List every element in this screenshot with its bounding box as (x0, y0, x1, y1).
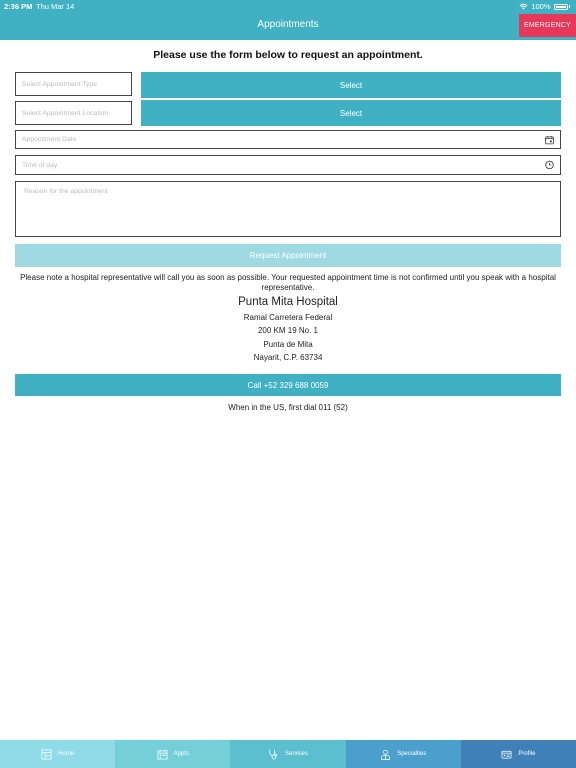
doctor-icon (381, 749, 391, 760)
confirmation-note: Please note a hospital representative wi… (20, 273, 556, 292)
request-appointment-button[interactable]: Request Appointment (15, 244, 561, 267)
stethoscope-icon (269, 749, 278, 759)
dial-note: When in the US, first dial 011 (52) (228, 403, 348, 412)
battery-icon (553, 3, 568, 10)
tab-services[interactable]: Services (230, 740, 346, 768)
calendar-icon (157, 749, 168, 759)
call-hospital-button[interactable]: Call +52 329 688 0059 (15, 374, 561, 396)
tab-home[interactable]: Home (0, 740, 116, 768)
tab-bar: Home Appts Services Specialties Profile (0, 740, 576, 768)
tab-specialties[interactable]: Specialties (345, 740, 461, 768)
time-of-day-field[interactable]: Time of day (15, 155, 561, 175)
status-time: 2:36 PM (4, 2, 33, 11)
tab-profile[interactable]: Profile (460, 740, 576, 768)
tab-services-label: Services (285, 751, 309, 757)
app-header: 2:36 PM Thu Mar 14 100% Appointments EME… (0, 0, 576, 40)
time-of-day-placeholder: Time of day (22, 161, 58, 169)
calendar-icon[interactable] (545, 135, 554, 144)
address-line-4: Nayarit, C.P. 63734 (253, 353, 323, 362)
wifi-icon (519, 3, 528, 10)
select-appointment-location-button[interactable]: Select (141, 100, 561, 126)
emergency-button[interactable]: EMERGENCY (519, 14, 576, 37)
hospital-name: Punta Mita Hospital (238, 296, 338, 308)
appointment-date-field[interactable]: Appointment Date (15, 130, 561, 149)
id-card-icon (501, 750, 512, 759)
appointment-location-field[interactable]: Select Appointment Location (15, 101, 132, 125)
status-date: Thu Mar 14 (36, 2, 75, 11)
status-right: 100% (519, 2, 570, 11)
appointment-date-placeholder: Appointment Date (22, 136, 77, 143)
reason-textarea[interactable]: Reason for the appointment (15, 181, 561, 237)
appointment-type-field[interactable]: Select Appointment Type (15, 72, 132, 96)
status-bar: 2:36 PM Thu Mar 14 100% (0, 0, 576, 12)
form-intro: Please use the form below to request an … (153, 49, 423, 61)
address-line-3: Punta de Mita (263, 340, 313, 349)
clock-icon[interactable] (545, 160, 554, 170)
battery-percent: 100% (531, 2, 551, 11)
address-line-2: 200 KM 19 No. 1 (257, 326, 319, 335)
tab-specialties-label: Specialties (397, 751, 427, 757)
tab-profile-label: Profile (518, 751, 536, 757)
page-title: Appointments (257, 19, 319, 30)
tab-appts[interactable]: Appts (115, 740, 231, 768)
tab-appts-label: Appts (173, 751, 189, 757)
address-line-1: Ramal Carretera Federal (243, 313, 333, 322)
select-appointment-type-button[interactable]: Select (141, 72, 561, 98)
tab-home-label: Home (58, 751, 75, 757)
home-icon (41, 749, 52, 759)
